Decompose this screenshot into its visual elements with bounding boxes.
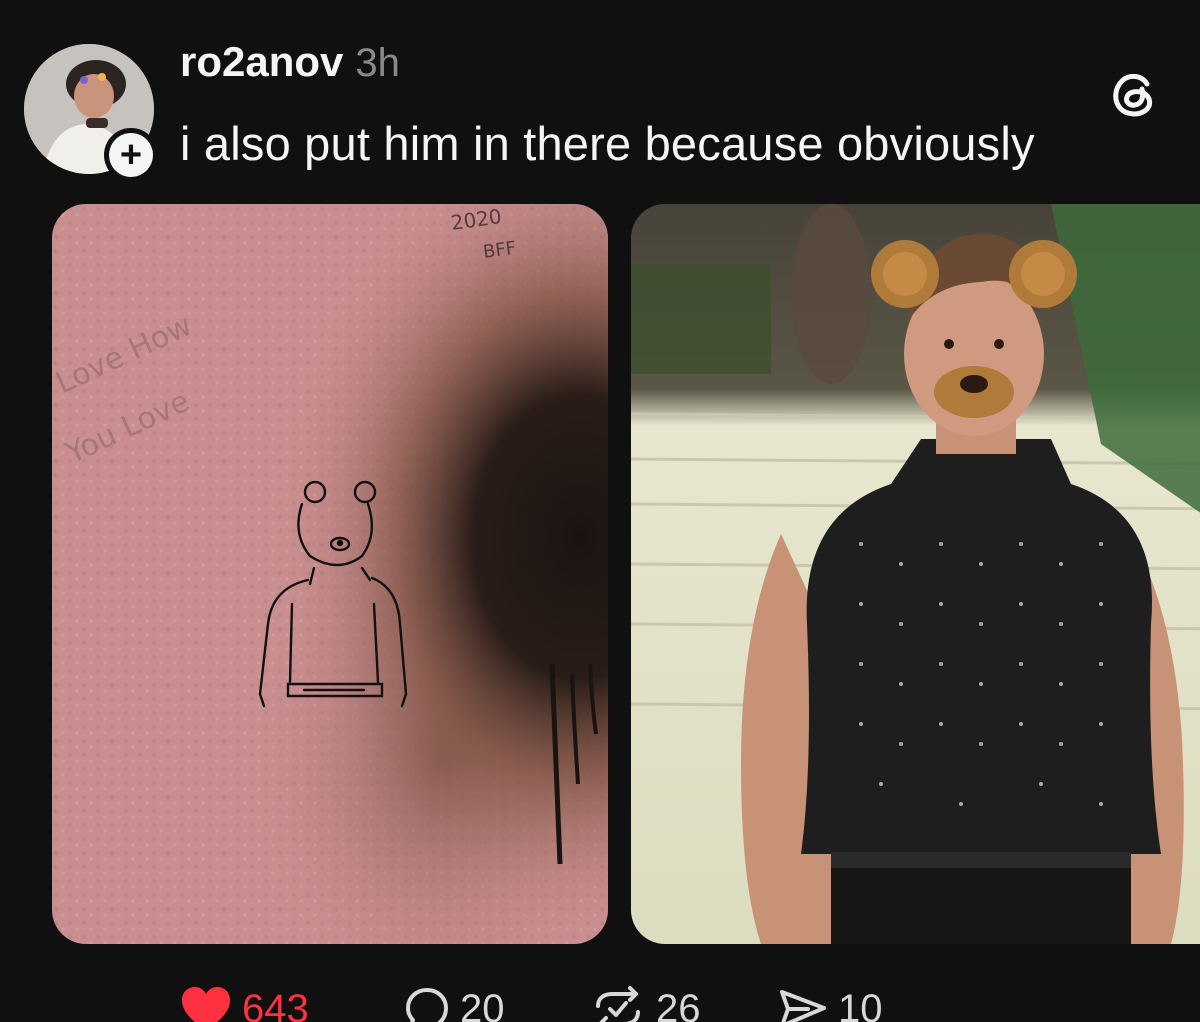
like-count: 643 (242, 987, 309, 1022)
reply-count: 20 (460, 987, 505, 1022)
threads-post: + ro2anov 3h i also put him in there bec… (0, 0, 1200, 1022)
share-count: 10 (838, 987, 883, 1022)
repost-arrows-icon (596, 986, 640, 1022)
reply-button[interactable]: 20 (404, 984, 505, 1022)
follow-button[interactable]: + (104, 128, 158, 182)
post-caption: i also put him in there because obviousl… (180, 117, 1035, 170)
action-bar: 643 20 26 10 (0, 984, 1200, 1022)
threads-logo-icon[interactable] (1106, 66, 1162, 122)
timestamp: 3h (355, 41, 400, 85)
post-header: ro2anov 3h (180, 38, 400, 86)
share-button[interactable]: 10 (778, 984, 883, 1022)
comment-bubble-icon (406, 988, 448, 1022)
post-image-wall-drawing[interactable]: Love How You Love 2020 BFF (52, 204, 608, 944)
heart-icon (182, 987, 230, 1022)
paper-plane-icon (780, 990, 826, 1022)
repost-button[interactable]: 26 (590, 984, 701, 1022)
like-button[interactable]: 643 (180, 984, 309, 1022)
username[interactable]: ro2anov (180, 38, 343, 86)
post-image-bear-filter-photo[interactable] (631, 204, 1200, 944)
plus-icon: + (109, 133, 153, 177)
repost-count: 26 (656, 987, 701, 1022)
